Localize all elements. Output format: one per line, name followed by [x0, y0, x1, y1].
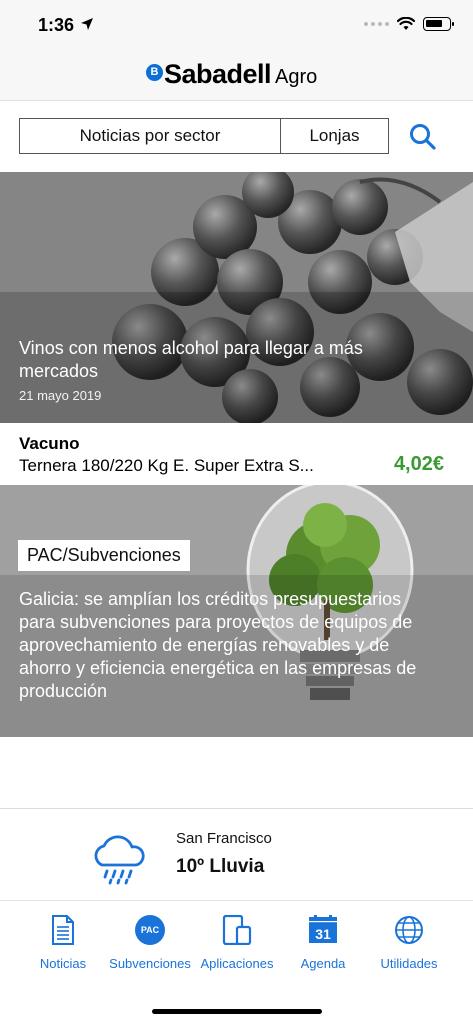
- sabadell-agro-logo: B Sabadell Agro: [146, 59, 317, 90]
- pac-category-tag: PAC/Subvenciones: [18, 540, 190, 571]
- filter-segmented-control: Noticias por sector Lonjas: [19, 118, 389, 154]
- news-by-sector-button[interactable]: Noticias por sector: [20, 119, 281, 153]
- logo-brand: Sabadell: [164, 59, 272, 89]
- calendar-icon: 31: [309, 915, 337, 943]
- status-bar: 1:36: [0, 0, 473, 48]
- tab-agenda[interactable]: 31 Agenda: [278, 913, 368, 971]
- weather-widget[interactable]: San Francisco 10º Lluvia: [0, 808, 473, 900]
- grapes-image: [0, 172, 473, 423]
- tab-utilidades[interactable]: Utilidades: [364, 913, 454, 971]
- pac-icon: PAC: [135, 915, 165, 945]
- home-indicator[interactable]: [152, 1009, 322, 1014]
- price-category: Vacuno: [19, 434, 80, 453]
- battery-icon: [423, 17, 454, 31]
- tab-aplicaciones[interactable]: Aplicaciones: [192, 913, 282, 971]
- signal-icon: [364, 22, 389, 26]
- wifi-icon: [397, 17, 415, 30]
- weather-city: San Francisco: [176, 830, 272, 847]
- calendar-day: 31: [315, 926, 331, 942]
- pac-news-title: Galicia: se amplían los créditos presupu…: [19, 589, 417, 701]
- featured-news-date: 21 mayo 2019: [19, 388, 102, 403]
- tab-label: Subvenciones: [109, 956, 191, 971]
- status-time: 1:36: [38, 15, 75, 35]
- logo-sub: Agro: [275, 66, 318, 88]
- lonjas-button[interactable]: Lonjas: [281, 119, 388, 153]
- featured-news-title: Vinos con menos alcohol para llegar a má…: [19, 338, 363, 381]
- tab-subvenciones[interactable]: PAC Subvenciones: [105, 913, 195, 971]
- app-header: B Sabadell Agro: [0, 48, 473, 101]
- document-icon: [52, 915, 74, 945]
- tab-noticias[interactable]: Noticias: [18, 913, 108, 971]
- tab-bar: Noticias PAC Subvenciones Aplicaciones 3…: [0, 900, 473, 1024]
- status-indicators: [364, 17, 454, 31]
- logo-badge: B: [146, 63, 163, 81]
- globe-icon: [395, 916, 423, 944]
- price-product: Ternera 180/220 Kg E. Super Extra S...: [19, 456, 314, 475]
- tab-label: Noticias: [39, 956, 87, 971]
- price-value: 4,02€: [393, 453, 444, 475]
- tab-label: Agenda: [300, 956, 346, 971]
- market-price-row[interactable]: Vacuno Ternera 180/220 Kg E. Super Extra…: [0, 423, 473, 485]
- location-arrow-icon: [81, 18, 93, 30]
- pac-news-card[interactable]: PAC/Subvenciones Galicia: se amplían los…: [0, 485, 473, 737]
- rain-cloud-icon: [94, 835, 145, 885]
- tab-label: Aplicaciones: [200, 956, 274, 971]
- search-icon[interactable]: [408, 122, 438, 152]
- tab-label: Utilidades: [380, 956, 438, 971]
- featured-news-card[interactable]: Vinos con menos alcohol para llegar a má…: [0, 172, 473, 423]
- devices-icon: [222, 915, 252, 945]
- weather-condition: 10º Lluvia: [176, 856, 265, 877]
